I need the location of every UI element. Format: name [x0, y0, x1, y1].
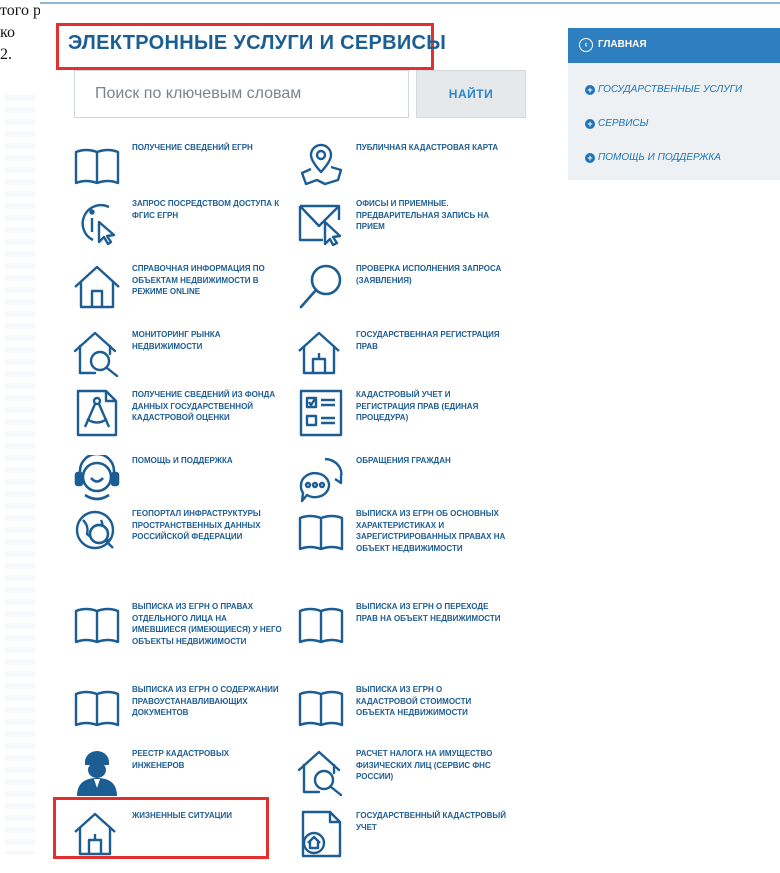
service-item[interactable]: МОНИТОРИНГ РЫНКА НЕДВИЖИМОСТИ [73, 329, 273, 379]
map-pin-icon [297, 142, 345, 190]
service-label: ВЫПИСКА ИЗ ЕГРН О ПРАВАХ ОТДЕЛЬНОГО ЛИЦА… [132, 602, 282, 646]
background-text-line: ко [0, 24, 15, 41]
background-text-line: того разделе в поле [0, 2, 40, 19]
search-input[interactable] [74, 70, 409, 118]
service-label: СПРАВОЧНАЯ ИНФОРМАЦИЯ ПО ОБЪЕКТАМ НЕДВИЖ… [132, 264, 265, 296]
house-magnifier-icon [297, 748, 345, 796]
book-icon [297, 601, 345, 649]
nav-item-help-support[interactable]: + ПОМОЩЬ И ПОДДЕРЖКА [568, 148, 780, 168]
service-item[interactable]: ВЫПИСКА ИЗ ЕГРН О КАДАСТРОВОЙ СТОИМОСТИ … [297, 684, 512, 734]
service-item[interactable]: ПУБЛИЧНАЯ КАДАСТРОВАЯ КАРТА [297, 142, 512, 192]
service-item[interactable]: ВЫПИСКА ИЗ ЕГРН О ПРАВАХ ОТДЕЛЬНОГО ЛИЦА… [73, 601, 282, 666]
service-item[interactable]: ВЫПИСКА ИЗ ЕГРН ОБ ОСНОВНЫХ ХАРАКТЕРИСТИ… [297, 508, 512, 588]
service-item[interactable]: ОФИСЫ И ПРИЕМНЫЕ. ПРЕДВАРИТЕЛЬНАЯ ЗАПИСЬ… [297, 198, 512, 248]
service-item[interactable]: ВЫПИСКА ИЗ ЕГРН О СОДЕРЖАНИИ ПРАВОУСТАНА… [73, 684, 279, 734]
top-divider [40, 2, 780, 4]
plus-circle-icon: + [585, 153, 595, 163]
service-item[interactable]: СПРАВОЧНАЯ ИНФОРМАЦИЯ ПО ОБЪЕКТАМ НЕДВИЖ… [73, 263, 273, 313]
service-label: ПОЛУЧЕНИЕ СВЕДЕНИЙ ЕГРН [132, 143, 253, 152]
service-item[interactable]: ГЕОПОРТАЛ ИНФРАСТРУКТУРЫ ПРОСТРАНСТВЕННЫ… [73, 508, 273, 573]
page-title: ЭЛЕКТРОННЫЕ УСЛУГИ И СЕРВИСЫ [56, 23, 446, 70]
service-item[interactable]: ОБРАЩЕНИЯ ГРАЖДАН [297, 455, 512, 505]
service-item[interactable]: РАСЧЕТ НАЛОГА НА ИМУЩЕСТВО ФИЗИЧЕСКИХ ЛИ… [297, 748, 512, 798]
checklist-icon [297, 389, 345, 437]
service-item[interactable]: ПОЛУЧЕНИЕ СВЕДЕНИЙ ЕГРН [73, 142, 273, 192]
nav-item-label: ПОМОЩЬ И ПОДДЕРЖКА [598, 152, 721, 163]
service-label: МОНИТОРИНГ РЫНКА НЕДВИЖИМОСТИ [132, 330, 221, 351]
side-watermark [5, 95, 35, 855]
house-icon [73, 263, 121, 311]
house-magnifier-icon [73, 329, 121, 377]
background-text-line: 2. [0, 46, 12, 63]
service-label: КАДАСТРОВЫЙ УЧЕТ И РЕГИСТРАЦИЯ ПРАВ (ЕДИ… [356, 390, 479, 422]
service-item[interactable]: РЕЕСТР КАДАСТРОВЫХ ИНЖЕНЕРОВ [73, 748, 273, 796]
book-icon [297, 684, 345, 732]
info-cursor-icon [73, 198, 121, 246]
magnifier-icon [297, 263, 345, 311]
service-label: ПОМОЩЬ И ПОДДЕРЖКА [132, 456, 233, 465]
plus-circle-icon: + [585, 85, 595, 95]
support-headset-icon [73, 455, 121, 503]
background-text-fragment: того разделе в поле ко 2. [0, 0, 40, 66]
service-item[interactable]: ВЫПИСКА ИЗ ЕГРН О ПЕРЕХОДЕ ПРАВ НА ОБЪЕК… [297, 601, 512, 651]
service-label: ВЫПИСКА ИЗ ЕГРН ОБ ОСНОВНЫХ ХАРАКТЕРИСТИ… [356, 509, 506, 553]
house-document-icon [297, 329, 345, 377]
service-item[interactable]: ПОМОЩЬ И ПОДДЕРЖКА [73, 455, 273, 505]
circle-arrow-left-icon: ‹ [579, 38, 593, 52]
service-label: ВЫПИСКА ИЗ ЕГРН О ПЕРЕХОДЕ ПРАВ НА ОБЪЕК… [356, 602, 501, 623]
book-icon [73, 684, 121, 732]
search-button[interactable]: НАЙТИ [416, 70, 526, 118]
nav-main-label: ГЛАВНАЯ [598, 39, 647, 50]
highlight-box [53, 797, 269, 859]
engineer-icon [73, 748, 121, 796]
nav-item-label: СЕРВИСЫ [598, 118, 649, 129]
service-item[interactable]: КАДАСТРОВЫЙ УЧЕТ И РЕГИСТРАЦИЯ ПРАВ (ЕДИ… [297, 389, 512, 439]
service-label: ОБРАЩЕНИЯ ГРАЖДАН [356, 456, 451, 465]
service-label: ПУБЛИЧНАЯ КАДАСТРОВАЯ КАРТА [356, 143, 499, 152]
service-item[interactable]: ГОСУДАРСТВЕННЫЙ КАДАСТРОВЫЙ УЧЕТ [297, 810, 512, 858]
nav-item-services[interactable]: + СЕРВИСЫ [568, 114, 780, 134]
envelope-cursor-icon [297, 198, 345, 246]
book-icon [73, 601, 121, 649]
service-label: РАСЧЕТ НАЛОГА НА ИМУЩЕСТВО ФИЗИЧЕСКИХ ЛИ… [356, 749, 493, 781]
service-label: ВЫПИСКА ИЗ ЕГРН О СОДЕРЖАНИИ ПРАВОУСТАНА… [132, 685, 279, 717]
service-item[interactable]: ГОСУДАРСТВЕННАЯ РЕГИСТРАЦИЯ ПРАВ [297, 329, 512, 379]
chat-bubble-icon [297, 455, 345, 503]
service-label: ВЫПИСКА ИЗ ЕГРН О КАДАСТРОВОЙ СТОИМОСТИ … [356, 685, 472, 717]
service-label: ОФИСЫ И ПРИЕМНЫЕ. ПРЕДВАРИТЕЛЬНАЯ ЗАПИСЬ… [356, 199, 489, 231]
book-icon [297, 508, 345, 556]
document-house-icon [297, 810, 345, 858]
service-label: ПРОВЕРКА ИСПОЛНЕНИЯ ЗАПРОСА (ЗАЯВЛЕНИЯ) [356, 264, 502, 285]
service-label: ГОСУДАРСТВЕННАЯ РЕГИСТРАЦИЯ ПРАВ [356, 330, 500, 351]
service-label: ГОСУДАРСТВЕННЫЙ КАДАСТРОВЫЙ УЧЕТ [356, 811, 506, 832]
service-label: ЗАПРОС ПОСРЕДСТВОМ ДОСТУПА К ФГИС ЕГРН [132, 199, 280, 220]
globe-icon [73, 508, 121, 556]
service-label: РЕЕСТР КАДАСТРОВЫХ ИНЖЕНЕРОВ [132, 749, 230, 770]
service-item[interactable]: ПОЛУЧЕНИЕ СВЕДЕНИЙ ИЗ ФОНДА ДАННЫХ ГОСУД… [73, 389, 275, 439]
service-item[interactable]: ПРОВЕРКА ИСПОЛНЕНИЯ ЗАПРОСА (ЗАЯВЛЕНИЯ) [297, 263, 512, 313]
service-label: ПОЛУЧЕНИЕ СВЕДЕНИЙ ИЗ ФОНДА ДАННЫХ ГОСУД… [132, 390, 276, 422]
plus-circle-icon: + [585, 119, 595, 129]
nav-item-government-services[interactable]: + ГОСУДАРСТВЕННЫЕ УСЛУГИ [568, 80, 780, 100]
service-item[interactable]: ЗАПРОС ПОСРЕДСТВОМ ДОСТУПА К ФГИС ЕГРН [73, 198, 279, 248]
book-icon [73, 142, 121, 190]
nav-item-label: ГОСУДАРСТВЕННЫЕ УСЛУГИ [598, 84, 743, 95]
service-label: ГЕОПОРТАЛ ИНФРАСТРУКТУРЫ ПРОСТРАНСТВЕННЫ… [132, 509, 261, 541]
nav-main-link[interactable]: ‹ ГЛАВНАЯ [568, 28, 780, 63]
compass-document-icon [73, 389, 121, 437]
sidebar-nav: ‹ ГЛАВНАЯ + ГОСУДАРСТВЕННЫЕ УСЛУГИ + СЕР… [568, 28, 780, 180]
